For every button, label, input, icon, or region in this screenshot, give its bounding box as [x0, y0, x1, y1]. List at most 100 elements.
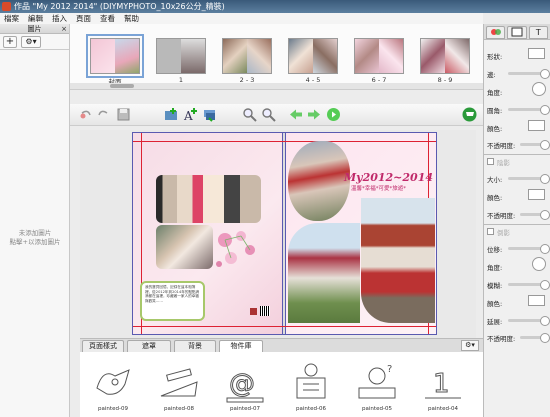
size-slider[interactable] [508, 174, 550, 184]
guide-line-top [133, 141, 436, 142]
couple-photo[interactable] [156, 225, 213, 269]
palette-icon[interactable] [486, 26, 506, 39]
clipart-thumb[interactable]: 1 [419, 358, 467, 406]
offset-slider[interactable] [508, 244, 550, 254]
next-page-icon[interactable] [307, 107, 322, 122]
play-icon[interactable] [326, 107, 341, 122]
angle-label: 角度: [487, 89, 503, 97]
shadow-color-swatch[interactable] [528, 189, 545, 200]
reflect-angle-knob[interactable] [532, 257, 546, 271]
menu-page[interactable]: 頁面 [76, 13, 91, 24]
clipart-thumb[interactable]: @ [221, 358, 269, 406]
properties-tabs: T [484, 24, 550, 40]
menu-view[interactable]: 查看 [100, 13, 115, 24]
shadow-opacity-slider[interactable] [520, 210, 550, 220]
layers-icon[interactable] [202, 107, 217, 122]
cart-icon[interactable] [462, 107, 477, 122]
clipart-label: painted-09 [98, 406, 128, 412]
cover-headline[interactable]: My2012~2014 [344, 171, 433, 184]
redo-icon[interactable] [96, 107, 111, 122]
clipart-thumb[interactable] [155, 358, 203, 406]
tab-objects[interactable]: 物件庫 [219, 340, 263, 352]
cover-subline[interactable]: 溫馨*幸福*可愛*旅遊* [351, 184, 406, 192]
zoom-in-icon[interactable] [261, 107, 276, 122]
thumbnail-scroll-thumb[interactable] [110, 84, 134, 88]
clipart-label: painted-08 [164, 406, 194, 412]
extend-label: 延展: [487, 318, 503, 326]
shadow-checkbox[interactable] [487, 158, 494, 165]
menu-insert[interactable]: 插入 [52, 13, 67, 24]
thumb-page-6-7[interactable] [354, 38, 404, 74]
clipart-label: painted-05 [362, 406, 392, 412]
menu-edit[interactable]: 編輯 [28, 13, 43, 24]
add-image-button[interactable]: + [3, 35, 17, 48]
reflect-label: 倒影 [497, 229, 510, 237]
shape-label: 形狀: [487, 53, 503, 61]
menu-file[interactable]: 檔案 [4, 13, 19, 24]
clipart-thumb[interactable] [89, 358, 137, 406]
opacity-slider[interactable] [520, 140, 550, 150]
undo-icon[interactable] [78, 107, 93, 122]
offset-label: 位移: [487, 246, 503, 254]
border-label: 邊: [487, 71, 496, 79]
shadow-opacity-label: 不透明度: [487, 212, 516, 220]
section-divider [484, 154, 550, 155]
corner-label: 圓角: [487, 107, 503, 115]
add-photo-icon[interactable] [164, 107, 179, 122]
svg-text:@: @ [229, 369, 255, 399]
library-gear-button[interactable]: ⚙▾ [461, 340, 479, 351]
thumb-cover[interactable] [86, 34, 144, 78]
portrait-photo[interactable] [288, 141, 350, 221]
page-spread[interactable]: 我的寶貝回憶，記錄在這本相簿裡，從2012年到2014年的點點滴滴都在這裡，珍藏… [132, 132, 437, 335]
save-icon[interactable] [116, 107, 131, 122]
clipart-label: painted-06 [296, 406, 326, 412]
thumb-page-2-3[interactable] [222, 38, 272, 74]
clipart-label: painted-04 [428, 406, 458, 412]
clipart-thumb[interactable] [287, 358, 335, 406]
thumb-page-1[interactable] [156, 38, 206, 74]
menu-help[interactable]: 幫助 [124, 13, 139, 24]
color-label: 顏色: [487, 125, 503, 133]
clipart-gallery: painted-09 painted-08 @ painted-07 paint… [80, 352, 483, 417]
menu-bar: 檔案 編輯 插入 頁面 查看 幫助 [0, 13, 483, 24]
thumbnail-scrollbar[interactable] [70, 83, 483, 89]
border-slider[interactable] [508, 69, 550, 79]
corner-slider[interactable] [508, 105, 550, 115]
frame-icon[interactable] [507, 26, 527, 39]
color-swatch[interactable] [528, 120, 545, 131]
zoom-out-icon[interactable] [242, 107, 257, 122]
temple-photo[interactable] [361, 198, 435, 323]
thumb-page-4-5[interactable] [288, 38, 338, 74]
page-canvas[interactable]: 我的寶貝回憶，記錄在這本相簿裡，從2012年到2014年的點點滴滴都在這裡，珍藏… [80, 130, 476, 338]
reflect-color-swatch[interactable] [528, 295, 545, 306]
tab-page-style[interactable]: 頁面樣式 [82, 340, 124, 352]
empty-line-1: 未添加圖片 [18, 229, 52, 237]
flower-decoration[interactable] [211, 227, 261, 273]
tab-mask[interactable]: 遮罩 [127, 340, 171, 352]
tab-background[interactable]: 背景 [174, 340, 216, 352]
app-icon [2, 2, 11, 11]
size-label: 大小: [487, 176, 503, 184]
blur-slider[interactable] [508, 280, 550, 290]
text-icon[interactable]: T [528, 26, 548, 39]
thumb-page-8-9[interactable] [420, 38, 470, 74]
prev-page-icon[interactable] [288, 107, 303, 122]
angle-knob[interactable] [532, 82, 546, 96]
images-panel-title: 圖片 [27, 25, 42, 33]
garden-photo[interactable] [288, 223, 360, 323]
section-divider [484, 224, 550, 225]
reflect-opacity-slider[interactable] [520, 333, 550, 343]
close-icon[interactable]: × [61, 24, 67, 34]
add-text-icon[interactable]: A [183, 107, 198, 123]
note-textbox[interactable]: 我的寶貝回憶，記錄在這本相簿裡，從2012年到2014年的點點滴滴都在這裡，珍藏… [140, 281, 205, 321]
shadow-color-label: 顏色: [487, 194, 503, 202]
empty-line-2: 點擊+以添加圖片 [9, 238, 61, 246]
gear-menu-button[interactable]: ⚙▾ [21, 35, 41, 48]
family-photo[interactable] [156, 175, 261, 223]
extend-slider[interactable] [508, 316, 550, 326]
page-thumbnail-strip: 封面 1 2 - 3 4 - 5 6 - 7 8 - 9 [70, 24, 483, 90]
shape-selector[interactable] [528, 48, 545, 59]
images-panel-header: 圖片 × [0, 24, 69, 34]
clipart-thumb[interactable]: ? [353, 358, 401, 406]
reflect-checkbox[interactable] [487, 228, 494, 235]
